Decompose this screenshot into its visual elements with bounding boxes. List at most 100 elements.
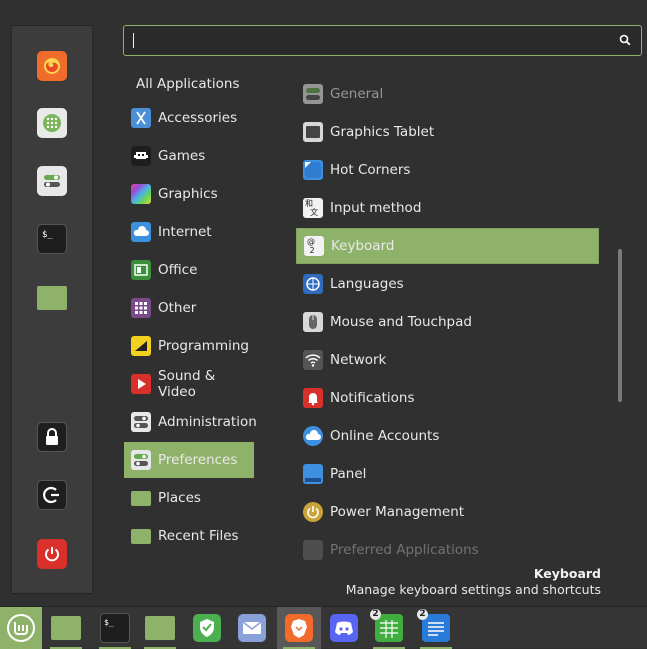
category-places[interactable]: Places bbox=[124, 480, 254, 516]
keyboard-icon: @ 2 bbox=[304, 236, 324, 256]
category-label: Sound & Video bbox=[158, 368, 216, 400]
app-hot-corners[interactable]: Hot Corners bbox=[296, 152, 599, 188]
firefox-icon[interactable] bbox=[37, 51, 67, 81]
search-field[interactable] bbox=[123, 25, 642, 56]
taskbar: $_ 2 2 bbox=[0, 606, 647, 649]
app-preferred-applications[interactable]: Preferred Applications bbox=[296, 532, 599, 568]
terminal-icon: $_ bbox=[100, 613, 130, 643]
vpn-launcher[interactable] bbox=[185, 607, 229, 649]
shutdown-icon[interactable] bbox=[37, 539, 67, 569]
preferences-icon bbox=[131, 450, 151, 470]
folder-icon[interactable] bbox=[37, 286, 67, 310]
mint-menu-button[interactable] bbox=[0, 607, 42, 649]
folder-icon bbox=[145, 616, 175, 640]
app-network[interactable]: Network bbox=[296, 342, 599, 378]
category-sound-video[interactable]: Sound & Video bbox=[124, 366, 254, 402]
lock-screen-icon[interactable] bbox=[37, 422, 67, 452]
category-administration[interactable]: Administration bbox=[124, 404, 257, 440]
input-method-icon: 和 文 bbox=[303, 198, 323, 218]
app-panel[interactable]: Panel bbox=[296, 456, 599, 492]
category-label: Preferences bbox=[158, 452, 238, 468]
programming-icon bbox=[131, 336, 151, 356]
mouse-icon bbox=[303, 312, 323, 332]
terminal-icon[interactable]: $_ bbox=[37, 224, 67, 254]
general-settings-icon bbox=[303, 84, 323, 104]
system-settings-icon[interactable] bbox=[37, 166, 67, 196]
search-input[interactable] bbox=[136, 29, 600, 54]
app-label: Power Management bbox=[330, 504, 465, 520]
show-desktop-button[interactable] bbox=[44, 607, 88, 649]
category-games[interactable]: Games bbox=[124, 138, 254, 174]
games-icon bbox=[131, 146, 151, 166]
category-other[interactable]: Other bbox=[124, 290, 254, 326]
app-online-accounts[interactable]: Online Accounts bbox=[296, 418, 599, 454]
internet-cloud-icon bbox=[131, 222, 151, 242]
administration-icon bbox=[131, 412, 151, 432]
category-label: Office bbox=[158, 262, 198, 278]
app-label: Panel bbox=[330, 466, 367, 482]
app-graphics-tablet[interactable]: Graphics Tablet bbox=[296, 114, 599, 150]
brave-launcher[interactable] bbox=[277, 607, 321, 649]
discord-launcher[interactable] bbox=[322, 607, 366, 649]
accessories-icon bbox=[131, 108, 151, 128]
app-label: Graphics Tablet bbox=[330, 124, 435, 140]
places-folder-icon bbox=[131, 490, 151, 506]
window-count-badge: 2 bbox=[370, 609, 381, 620]
app-mouse-touchpad[interactable]: Mouse and Touchpad bbox=[296, 304, 599, 340]
category-label: Programming bbox=[158, 338, 249, 354]
sound-video-play-icon bbox=[131, 374, 151, 394]
category-graphics[interactable]: Graphics bbox=[124, 176, 254, 212]
app-languages[interactable]: Languages bbox=[296, 266, 599, 302]
category-label: Graphics bbox=[158, 186, 218, 202]
brave-lion-icon bbox=[285, 614, 313, 642]
app-input-method[interactable]: 和 文 Input method bbox=[296, 190, 599, 226]
spreadsheet-launcher[interactable]: 2 bbox=[367, 607, 411, 649]
app-label: Network bbox=[330, 352, 387, 368]
power-management-icon bbox=[303, 502, 323, 522]
application-menu: $_ All Applications Accessories Games Gr… bbox=[0, 0, 647, 606]
text-editor-launcher[interactable]: 2 bbox=[414, 607, 458, 649]
app-general[interactable]: General bbox=[296, 76, 599, 112]
software-manager-icon[interactable] bbox=[37, 108, 67, 138]
app-label: Preferred Applications bbox=[330, 542, 479, 558]
files-launcher[interactable] bbox=[138, 607, 182, 649]
office-icon bbox=[131, 260, 151, 280]
category-preferences[interactable]: Preferences bbox=[124, 442, 254, 478]
logout-icon[interactable] bbox=[37, 480, 67, 510]
shield-icon bbox=[193, 614, 221, 642]
category-office[interactable]: Office bbox=[124, 252, 254, 288]
category-label: Games bbox=[158, 148, 206, 164]
other-grid-icon bbox=[131, 298, 151, 318]
app-label: Mouse and Touchpad bbox=[330, 314, 472, 330]
app-notifications[interactable]: Notifications bbox=[296, 380, 599, 416]
category-programming[interactable]: Programming bbox=[124, 328, 254, 364]
category-label: Other bbox=[158, 300, 197, 316]
app-keyboard[interactable]: @ 2 Keyboard bbox=[296, 228, 599, 264]
app-power-management[interactable]: Power Management bbox=[296, 494, 599, 530]
description-text: Manage keyboard settings and shortcuts bbox=[345, 582, 601, 597]
recent-folder-icon bbox=[131, 528, 151, 544]
search-icon[interactable] bbox=[619, 34, 631, 46]
mail-launcher[interactable] bbox=[230, 607, 274, 649]
app-label: Keyboard bbox=[331, 238, 395, 254]
preferred-applications-icon bbox=[303, 540, 323, 560]
category-label: Administration bbox=[158, 414, 257, 430]
app-label: Languages bbox=[330, 276, 404, 292]
app-label: General bbox=[330, 86, 384, 102]
app-list-scrollbar[interactable] bbox=[618, 249, 622, 402]
app-label: Input method bbox=[330, 200, 422, 216]
terminal-launcher[interactable]: $_ bbox=[93, 607, 137, 649]
category-recent-files[interactable]: Recent Files bbox=[124, 518, 254, 554]
online-accounts-cloud-icon bbox=[303, 426, 323, 446]
category-label: Accessories bbox=[158, 110, 238, 126]
window-count-badge: 2 bbox=[417, 609, 428, 620]
graphics-tablet-icon bbox=[303, 122, 323, 142]
description-title: Keyboard bbox=[533, 566, 601, 581]
category-internet[interactable]: Internet bbox=[124, 214, 254, 250]
text-caret bbox=[133, 33, 134, 48]
category-all-applications[interactable]: All Applications bbox=[136, 75, 240, 93]
category-accessories[interactable]: Accessories bbox=[124, 100, 254, 136]
category-label: Recent Files bbox=[158, 528, 239, 544]
discord-icon bbox=[330, 614, 358, 642]
network-wifi-icon bbox=[303, 350, 323, 370]
